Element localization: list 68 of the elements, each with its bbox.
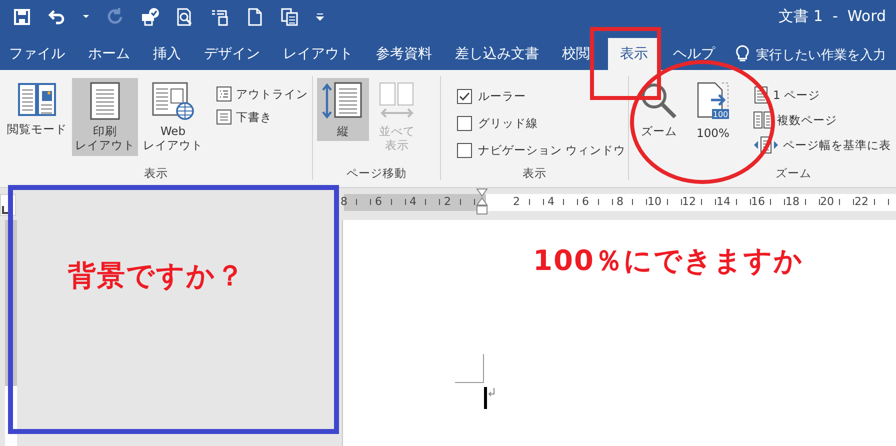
crop-mark (455, 354, 484, 383)
group-label: ズーム (776, 166, 812, 180)
ribbon-tab[interactable]: ファイル (0, 38, 74, 70)
tab-stop-icon[interactable] (1, 205, 11, 215)
ribbon-tab[interactable]: 表示 (608, 38, 660, 70)
ribbon-button[interactable]: 100 100% (687, 78, 739, 144)
ribbon-tab[interactable]: 差し込み文書 (446, 38, 548, 70)
ruler-number: 14 (716, 194, 732, 210)
ribbon-tab[interactable]: ヘルプ (664, 38, 724, 70)
ribbon-button[interactable]: ズーム (633, 78, 685, 142)
ribbon-button[interactable]: アウトライン (214, 84, 310, 104)
group-label: 表示 (144, 166, 168, 180)
ruler-number: 2 (443, 194, 452, 210)
ribbon-button[interactable]: 縦 (317, 78, 369, 142)
checkbox-label: グリッド線 (478, 116, 538, 130)
ribbon-button[interactable]: ページ幅を基準に表 (751, 134, 893, 156)
ruler-number: 22 (854, 194, 870, 210)
ruler-number: 6 (374, 194, 383, 210)
ruler-number: 12 (681, 194, 697, 210)
ruler-number: 4 (408, 194, 418, 210)
lightbulb-icon (735, 43, 750, 63)
open-book-icon (17, 81, 57, 119)
ribbon-button[interactable]: 下書き (214, 107, 310, 127)
ruler-number: 8 (616, 194, 624, 210)
ruler-number: 2 (512, 194, 521, 210)
ribbon-tab[interactable]: ホーム (79, 38, 139, 70)
draft-icon (216, 109, 232, 125)
page-icon (89, 81, 121, 121)
save-icon[interactable] (12, 6, 32, 26)
paragraph-mark-icon (488, 387, 495, 397)
magnifier-icon (639, 81, 679, 121)
ribbon-button[interactable]: 複数ページ (751, 109, 893, 131)
two-pages-icon (753, 111, 773, 129)
callout-text: 100％にできますか (533, 243, 804, 279)
ruler-number: 8 (340, 194, 348, 210)
ribbon-button[interactable]: Web レイアウト (140, 78, 206, 156)
ruler-number: 10 (646, 194, 662, 210)
document-stack-icon[interactable] (280, 6, 300, 26)
checkbox[interactable] (457, 116, 472, 130)
ribbon-tab[interactable]: 挿入 (144, 38, 190, 70)
web-page-icon (151, 81, 195, 121)
ribbon-button[interactable]: 閲覧モード (4, 78, 70, 140)
ruler-number: 20 (819, 194, 835, 210)
window-title: 文書 1 - Word (778, 7, 886, 26)
ribbon-tab[interactable]: デザイン (195, 38, 269, 70)
ruler-number: 6 (581, 194, 590, 210)
ruler-number: 16 (750, 194, 766, 210)
text-cursor (484, 387, 487, 409)
page-width-icon (753, 136, 779, 154)
ruler-number: 18 (784, 194, 800, 210)
ribbon-tab[interactable]: レイアウト (274, 38, 362, 70)
printer-check-icon[interactable] (140, 6, 160, 26)
group-label: 表示 (522, 166, 546, 180)
ribbon-button[interactable]: 1 ページ (751, 84, 893, 106)
outline-icon (216, 86, 232, 102)
checkbox-label: ルーラー (478, 88, 526, 104)
ruler-number: 4 (546, 194, 556, 210)
group-label: ページ移動 (346, 166, 406, 180)
checkbox-label: ナビゲーション ウィンドウ (478, 142, 626, 158)
checkbox[interactable] (457, 88, 472, 104)
tell-me-field[interactable]: 実行したい作業を入力 (756, 40, 896, 70)
ribbon-tab[interactable]: 校閲 (553, 38, 599, 70)
ribbon-button[interactable]: 印刷 レイアウト (72, 78, 138, 156)
checkbox[interactable] (457, 142, 472, 158)
vertical-scroll-icon (321, 81, 365, 121)
ribbon-tab[interactable]: 参考資料 (367, 38, 441, 70)
callout-text: 背景ですか？ (68, 258, 245, 294)
percent-badge: 100 (712, 109, 729, 119)
